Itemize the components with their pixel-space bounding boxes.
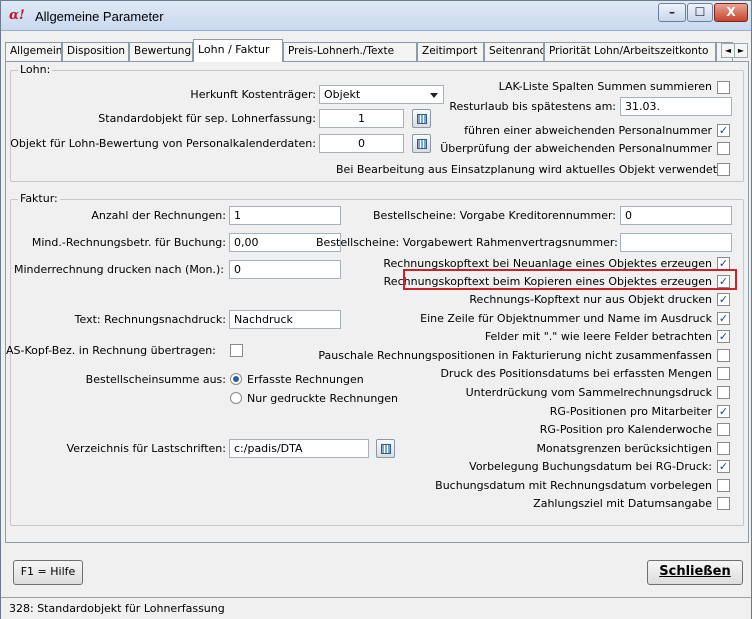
faktur-option-checkbox[interactable]: ✓ xyxy=(717,460,730,473)
faktur-option-label: Zahlungsziel mit Datumsangabe xyxy=(533,497,712,510)
maximize-button[interactable]: ☐ xyxy=(687,3,713,22)
herkunft-dropdown[interactable]: Objekt xyxy=(319,85,444,104)
ueberpruefung-label: Überprüfung der abweichenden Personalnum… xyxy=(440,142,712,155)
resturlaub-input[interactable]: 31.03. xyxy=(620,97,732,116)
faktur-option-label: Unterdrückung vom Sammelrechnungsdruck xyxy=(465,386,712,399)
tab-prioritaet[interactable]: Priorität Lohn/Arbeitszeitkonto xyxy=(544,42,716,61)
objekt-bewertung-input[interactable]: 0 xyxy=(319,134,404,153)
status-bar: 328: Standardobjekt für Lohnerfassung xyxy=(1,597,751,619)
minimize-button[interactable]: – xyxy=(658,3,686,22)
faktur-option-checkbox[interactable] xyxy=(717,349,730,362)
resturlaub-label: Resturlaub bis spätestens am: xyxy=(449,100,616,113)
standardobjekt-input[interactable]: 1 xyxy=(319,109,404,128)
text-nachdruck-label: Text: Rechnungsnachdruck: xyxy=(74,313,226,326)
kreditoren-label: Bestellscheine: Vorgabe Kreditorennummer… xyxy=(373,209,616,222)
ueberpruefung-checkbox[interactable] xyxy=(717,142,730,155)
standardobjekt-label: Standardobjekt für sep. Lohnerfassung: xyxy=(98,112,316,125)
minder-label: Minderrechnung drucken nach (Mon.): xyxy=(14,263,225,276)
anzahl-input[interactable]: 1 xyxy=(229,206,341,225)
parameter-window: ɑ! Allgemeine Parameter – ☐ X Allgemein … xyxy=(0,0,752,619)
faktur-option-checkbox[interactable] xyxy=(717,367,730,380)
faktur-option-checkbox[interactable] xyxy=(717,497,730,510)
faktur-legend: Faktur: xyxy=(18,192,60,205)
chevron-down-icon xyxy=(430,93,438,98)
tab-scroll-right-icon[interactable]: ► xyxy=(734,43,748,58)
faktur-option-label: RG-Position pro Kalenderwoche xyxy=(539,423,712,436)
kreditoren-input[interactable]: 0 xyxy=(620,206,732,225)
anzahl-label: Anzahl der Rechnungen: xyxy=(91,209,226,222)
tab-preis-lohnerh[interactable]: Preis-Lohnerh./Texte xyxy=(283,42,417,61)
bearbeitung-checkbox[interactable] xyxy=(717,163,730,176)
window-title: Allgemeine Parameter xyxy=(35,9,164,24)
close-button[interactable]: Schließen xyxy=(647,560,743,585)
faktur-option-label: Felder mit "." wie leere Felder betracht… xyxy=(484,330,712,343)
faktur-option-checkbox[interactable]: ✓ xyxy=(717,330,730,343)
faktur-option-label: Eine Zeile für Objektnummer und Name im … xyxy=(420,312,712,325)
tab-strip: Allgemein Disposition Bewertung Lohn / F… xyxy=(5,39,749,62)
faktur-option-checkbox[interactable]: ✓ xyxy=(717,312,730,325)
bearbeitung-label: Bei Bearbeitung aus Einsatzplanung wird … xyxy=(336,163,718,176)
faktur-option-checkbox[interactable] xyxy=(717,442,730,455)
close-window-button[interactable]: X xyxy=(714,3,748,22)
faktur-option-label: Vorbelegung Buchungsdatum bei RG-Druck: xyxy=(469,460,712,473)
status-text: 328: Standardobjekt für Lohnerfassung xyxy=(9,602,225,615)
tab-bewertung[interactable]: Bewertung xyxy=(129,42,193,61)
tab-scroll-left-icon[interactable]: ◄ xyxy=(721,43,735,58)
abweichend-checkbox[interactable]: ✓ xyxy=(717,124,730,137)
faktur-option-label: Druck des Positionsdatums bei erfassten … xyxy=(440,367,712,380)
tab-seitenrand[interactable]: Seitenrand xyxy=(484,42,544,61)
faktur-option-checkbox[interactable] xyxy=(717,386,730,399)
faktur-option-label: Buchungsdatum mit Rechnungsdatum vorbele… xyxy=(435,479,712,492)
verzeichnis-label: Verzeichnis für Lastschriften: xyxy=(66,442,226,455)
objekt-bewertung-label: Objekt für Lohn-Bewertung von Personalka… xyxy=(10,137,316,150)
faktur-option-label: Rechnungs-Kopftext nur aus Objekt drucke… xyxy=(469,293,712,306)
faktur-option-label: Monatsgrenzen berücksichtigen xyxy=(536,442,712,455)
highlight-box xyxy=(403,269,737,290)
faktur-option-checkbox[interactable]: ✓ xyxy=(717,405,730,418)
tab-lohn-faktur[interactable]: Lohn / Faktur xyxy=(193,39,283,62)
mind-label: Mind.-Rechnungsbetr. für Buchung: xyxy=(31,236,226,249)
title-bar[interactable]: ɑ! Allgemeine Parameter – ☐ X xyxy=(1,1,751,31)
faktur-option-checkbox[interactable] xyxy=(717,479,730,492)
herkunft-label: Herkunft Kostenträger: xyxy=(190,88,316,101)
faktur-option-checkbox[interactable]: ✓ xyxy=(717,293,730,306)
rahmenvertrag-label: Bestellscheine: Vorgabewert Rahmenvertra… xyxy=(316,236,618,249)
tab-allgemein[interactable]: Allgemein xyxy=(5,42,62,61)
faktur-option-label: RG-Positionen pro Mitarbeiter xyxy=(549,405,712,418)
rahmenvertrag-input[interactable] xyxy=(620,233,732,252)
tab-disposition[interactable]: Disposition xyxy=(62,42,129,61)
lohn-legend: Lohn: xyxy=(18,63,53,76)
herkunft-value: Objekt xyxy=(324,88,361,101)
abweichend-label: führen einer abweichenden Personalnummer xyxy=(464,124,712,137)
lak-checkbox[interactable] xyxy=(717,81,730,94)
faktur-option-label: Pauschale Rechnungspositionen in Fakturi… xyxy=(318,349,712,362)
help-button[interactable]: F1 = Hilfe xyxy=(13,560,83,585)
bestellsumme-label: Bestellscheinsumme aus: xyxy=(85,373,226,386)
as-kopf-checkbox[interactable] xyxy=(230,344,243,357)
as-kopf-label: AS-Kopf-Bez. in Rechnung übertragen: xyxy=(6,344,216,357)
lak-label: LAK-Liste Spalten Summen summieren xyxy=(498,80,712,93)
tab-panel-lohn-faktur: Lohn: Herkunft Kostenträger: Objekt Stan… xyxy=(5,61,749,543)
tab-zeitimport[interactable]: Zeitimport xyxy=(417,42,484,61)
app-logo-icon: ɑ! xyxy=(9,8,25,23)
calendar-icon xyxy=(417,114,427,124)
radio-gedruckte[interactable] xyxy=(230,392,242,404)
faktur-option-checkbox[interactable] xyxy=(717,423,730,436)
radio-erfasste[interactable] xyxy=(230,373,242,385)
